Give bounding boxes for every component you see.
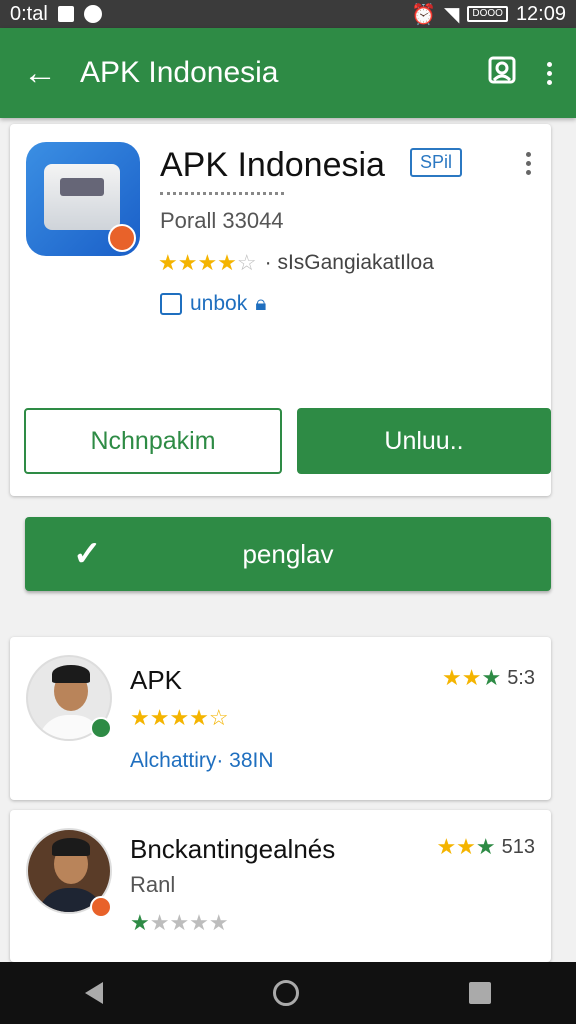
review-stars: ★★★★☆	[130, 705, 229, 730]
sync-icon	[83, 5, 102, 23]
app-name: APK Indonesia	[160, 146, 385, 184]
check-icon: ✓	[73, 535, 102, 573]
confirm-button[interactable]: ✓ penglav	[25, 517, 551, 591]
more-vert-icon[interactable]	[547, 61, 552, 85]
score-value: 513	[501, 835, 535, 858]
verified-badge-icon	[90, 717, 112, 739]
open-button[interactable]: Unluu..	[297, 408, 551, 474]
install-button[interactable]: Nchnpakim	[24, 408, 282, 474]
nav-back-icon[interactable]	[85, 982, 103, 1004]
developer-link-text: unbok	[190, 292, 248, 315]
app-subtitle: Porall 33044	[160, 208, 284, 233]
badge-icon	[90, 896, 112, 918]
wifi-icon: ◥	[443, 3, 460, 26]
score-value: 5:3	[507, 666, 535, 689]
app-bar: ← APK Indonesia	[0, 28, 576, 118]
app-detail-card: APK Indonesia SPil Porall 33044 ★★★★☆ · …	[10, 124, 551, 496]
score-stars: ★★★	[442, 665, 502, 690]
app-icon	[26, 142, 140, 256]
review-subtitle: Ranl	[130, 872, 176, 897]
lock-icon: 🔒︎	[255, 292, 267, 315]
battery-icon: DOOO	[467, 6, 508, 22]
notification-icon	[57, 6, 74, 22]
card-more-icon[interactable]	[526, 152, 531, 175]
review-score: ★★★ 513	[436, 834, 535, 860]
rating-text: · sIsGangiakatIloa	[264, 251, 434, 274]
review-stars: ★★★★★	[130, 910, 229, 935]
score-stars: ★★★	[436, 834, 496, 859]
review-card[interactable]: APK ★★★ 5:3 ★★★★☆ Alchattiry· 38IN	[10, 637, 551, 800]
status-bar: 0:tal ⏰ ◥ DOOO 12:09	[0, 0, 576, 28]
nav-recents-icon[interactable]	[469, 982, 491, 1004]
app-bar-title: APK Indonesia	[80, 56, 279, 89]
account-box-icon[interactable]	[487, 55, 517, 91]
confirm-button-label: penglav	[242, 538, 334, 569]
nav-home-icon[interactable]	[273, 980, 299, 1006]
alarm-icon: ⏰	[411, 3, 436, 26]
rating-stars: ★★★★☆	[158, 250, 257, 275]
reviewer-name: APK	[130, 665, 183, 695]
divider	[160, 192, 284, 195]
system-nav-bar	[0, 962, 576, 1024]
arrow-left-icon[interactable]: ←	[0, 54, 80, 93]
review-score: ★★★ 5:3	[442, 665, 535, 691]
developer-link[interactable]: unbok 🔒︎	[160, 292, 266, 316]
app-rating-row: ★★★★☆ · sIsGangiakatIloa	[158, 250, 434, 276]
developer-icon	[160, 293, 182, 315]
clock: 12:09	[515, 2, 566, 25]
review-card[interactable]: Bnckantingealnés ★★★ 513 Ranl ★★★★★	[10, 810, 551, 962]
app-tag-badge: SPil	[410, 148, 463, 177]
reviewer-name: Bnckantingealnés	[130, 834, 336, 864]
review-meta: Alchattiry· 38IN	[130, 749, 274, 772]
carrier-text: 0:tal	[10, 2, 48, 25]
